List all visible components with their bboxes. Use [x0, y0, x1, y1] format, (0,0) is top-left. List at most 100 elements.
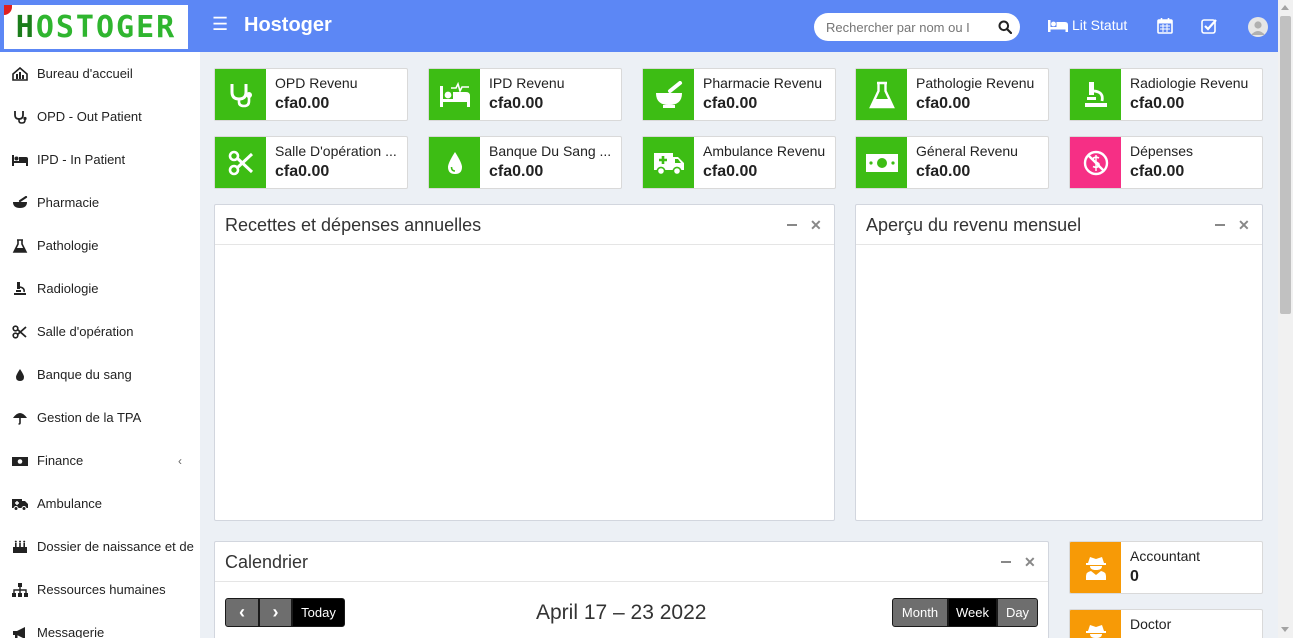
close-icon[interactable]: ✕ [1024, 554, 1036, 571]
page-scrollbar[interactable] [1278, 0, 1293, 638]
user-avatar[interactable] [1248, 17, 1268, 37]
stat-label: Pathologie Revenu [916, 75, 1035, 91]
stat-pathology-revenue[interactable]: Pathologie Revenu cfa0.00 [855, 68, 1049, 121]
stat-label: Salle D'opération ... [275, 143, 397, 159]
sidebar-item-blood-bank[interactable]: Banque du sang [0, 353, 200, 396]
calendar-next-button[interactable]: › [259, 598, 292, 627]
bed-status-link[interactable]: Lit Statut [1048, 17, 1127, 33]
search-input[interactable] [826, 19, 976, 35]
sidebar-item-human-resources[interactable]: Ressources humaines [0, 568, 200, 611]
stat-label: Dépenses [1130, 143, 1194, 159]
scrollbar-thumb[interactable] [1280, 16, 1291, 314]
staff-card-accountant[interactable]: Accountant 0 [1069, 541, 1263, 594]
calendar-icon[interactable] [1156, 17, 1174, 35]
minimize-icon[interactable] [1001, 561, 1011, 563]
stat-radiology-revenue[interactable]: Radiologie Revenu cfa0.00 [1069, 68, 1263, 121]
minimize-icon[interactable] [787, 224, 797, 226]
panel-header: Aperçu du revenu mensuel ✕ [856, 205, 1262, 245]
stat-label: Radiologie Revenu [1130, 75, 1249, 91]
sidebar-item-ambulance[interactable]: Ambulance [0, 482, 200, 525]
minimize-icon[interactable] [1215, 224, 1225, 226]
logo-text: HOSTOGER [15, 9, 177, 45]
bed-status-label: Lit Statut [1072, 17, 1128, 33]
calendar-view-group: Month Week Day [892, 598, 1038, 627]
scroll-up-arrow-icon[interactable] [1281, 5, 1289, 10]
stat-value: cfa0.00 [703, 95, 758, 112]
panel-header: Calendrier ✕ [215, 542, 1048, 582]
stat-opd-revenue[interactable]: OPD Revenu cfa0.00 [214, 68, 408, 121]
logo-area: HOSTOGER [0, 0, 200, 52]
stat-blood-bank-revenue[interactable]: Banque Du Sang ... cfa0.00 [428, 136, 622, 189]
money-icon [12, 456, 28, 466]
sidebar-item-pharmacy[interactable]: Pharmacie [0, 181, 200, 224]
scissors-icon [228, 150, 253, 175]
ambulance-icon [653, 152, 684, 175]
stat-label: IPD Revenu [489, 75, 565, 91]
calendar-day-view-button[interactable]: Day [997, 598, 1038, 627]
stat-value: cfa0.00 [275, 163, 330, 180]
stat-icon-box [429, 137, 480, 188]
stat-ipd-revenue[interactable]: IPD Revenu cfa0.00 [428, 68, 622, 121]
stat-label: Banque Du Sang ... [489, 143, 612, 159]
no-money-icon [1083, 150, 1108, 175]
stat-operation-theatre-revenue[interactable]: Salle D'opération ... cfa0.00 [214, 136, 408, 189]
sidebar-item-messaging[interactable]: Messagerie [0, 611, 200, 638]
stat-value: cfa0.00 [489, 95, 544, 112]
stat-label: Ambulance Revenu [703, 143, 826, 159]
stat-label: Géneral Revenu [916, 143, 1018, 159]
chevron-left-icon[interactable]: ‹ [178, 454, 182, 468]
task-check-icon[interactable] [1200, 17, 1218, 35]
sidebar-item-pathology[interactable]: Pathologie [0, 224, 200, 267]
monthly-revenue-panel: Aperçu du revenu mensuel ✕ [855, 204, 1263, 521]
calendar-prev-button[interactable]: ‹ [225, 598, 259, 627]
sitemap-icon [12, 582, 28, 597]
sidebar-item-dashboard[interactable]: Bureau d'accueil [0, 52, 200, 95]
stat-icon-box [215, 137, 266, 188]
user-secret-icon [1085, 556, 1106, 580]
sidebar-item-ipd[interactable]: IPD - In Patient [0, 138, 200, 181]
stat-icon-box [429, 69, 480, 120]
stethoscope-icon [230, 83, 252, 107]
annual-income-expense-panel: Recettes et dépenses annuelles ✕ [214, 204, 835, 521]
stat-value: cfa0.00 [1130, 163, 1185, 180]
app-title: Hostoger [244, 14, 332, 36]
scroll-down-arrow-icon[interactable] [1281, 627, 1289, 632]
bed-icon [12, 154, 28, 166]
sidebar-item-tpa[interactable]: Gestion de la TPA [0, 396, 200, 439]
search-box [814, 13, 1020, 41]
stat-icon-box [643, 137, 694, 188]
mortar-pestle-icon [655, 80, 682, 108]
sidebar-item-radiology[interactable]: Radiologie [0, 267, 200, 310]
stat-expenses[interactable]: Dépenses cfa0.00 [1069, 136, 1263, 189]
sidebar-item-operation-theatre[interactable]: Salle d'opération [0, 310, 200, 353]
umbrella-icon [13, 412, 27, 425]
logo[interactable]: HOSTOGER [4, 5, 188, 49]
calendar-today-button[interactable]: Today [292, 598, 345, 627]
close-icon[interactable]: ✕ [810, 217, 822, 234]
staff-card-doctor[interactable]: Doctor [1069, 609, 1263, 638]
panel-title: Calendrier [225, 552, 309, 572]
stat-value: cfa0.00 [703, 163, 758, 180]
calendar-nav-group: ‹ › Today [225, 598, 345, 627]
stat-icon-box [215, 69, 266, 120]
stat-pharmacy-revenue[interactable]: Pharmacie Revenu cfa0.00 [642, 68, 836, 121]
close-icon[interactable]: ✕ [1238, 217, 1250, 234]
stat-value: cfa0.00 [489, 163, 544, 180]
bullhorn-icon [13, 626, 25, 638]
sidebar-item-opd[interactable]: OPD - Out Patient [0, 95, 200, 138]
calendar-month-view-button[interactable]: Month [892, 598, 948, 627]
sidebar-item-birth-death-record[interactable]: Dossier de naissance et de [0, 525, 200, 568]
sidebar: Bureau d'accueil OPD - Out Patient IPD -… [0, 52, 200, 638]
calendar-week-view-button[interactable]: Week [948, 598, 997, 627]
stat-ambulance-revenue[interactable]: Ambulance Revenu cfa0.00 [642, 136, 836, 189]
stat-general-revenue[interactable]: Géneral Revenu cfa0.00 [855, 136, 1049, 189]
calendar-panel: Calendrier ✕ ‹ › Today April 17 – 23 202… [214, 541, 1049, 638]
staff-label: Accountant [1130, 548, 1201, 564]
sidebar-item-finance[interactable]: Finance ‹ [0, 439, 200, 482]
menu-toggle-icon[interactable]: ☰ [212, 14, 228, 35]
staff-label: Doctor [1130, 616, 1172, 632]
scissors-icon [12, 324, 27, 339]
search-icon[interactable] [998, 20, 1012, 34]
stat-value: cfa0.00 [1130, 95, 1185, 112]
staff-value: 0 [1130, 568, 1139, 585]
